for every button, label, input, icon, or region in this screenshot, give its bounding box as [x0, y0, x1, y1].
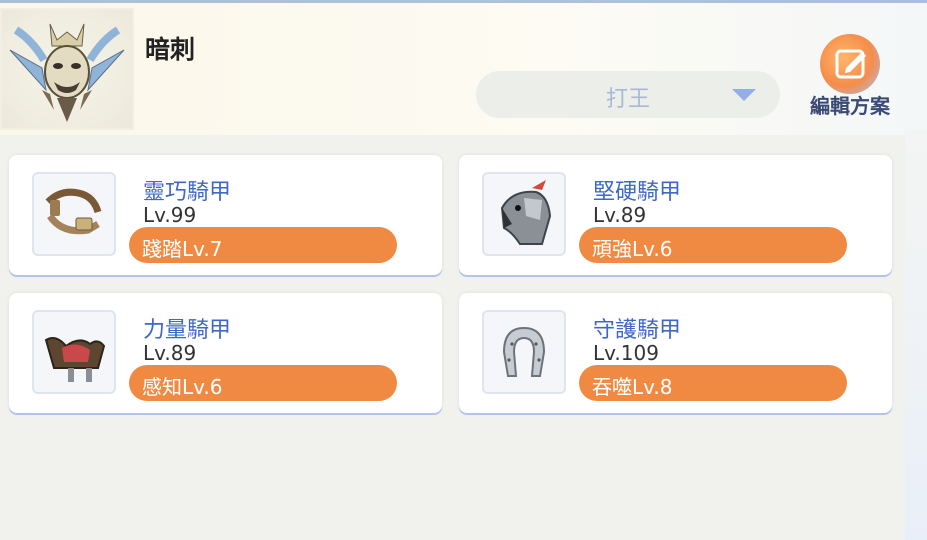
- card-level: Lv.99: [143, 203, 197, 227]
- armored-horse-head-icon: [500, 180, 552, 245]
- class-name: 暗刺: [145, 35, 196, 64]
- item-icon-frame: [32, 310, 116, 394]
- header: 暗刺 打王 編輯方案: [0, 0, 927, 135]
- demon-mask-icon: [9, 23, 125, 122]
- mount-armor-card[interactable]: 守護騎甲 Lv.109 吞噬Lv.8: [459, 293, 892, 413]
- card-level: Lv.89: [593, 203, 647, 227]
- skill-label: 踐踏Lv.7: [142, 237, 223, 261]
- skill-badge: 吞噬Lv.8: [579, 365, 847, 401]
- item-icon-frame: [482, 310, 566, 394]
- preset-dropdown[interactable]: 打王: [476, 71, 780, 118]
- card-title: 靈巧騎甲: [143, 180, 232, 205]
- edit-button-label: 編輯方案: [810, 94, 890, 118]
- mount-armor-card[interactable]: 力量騎甲 Lv.89 感知Lv.6: [9, 293, 442, 413]
- card-title: 堅硬騎甲: [593, 180, 682, 205]
- card-title: 守護騎甲: [593, 318, 682, 343]
- card-title: 力量騎甲: [143, 318, 232, 343]
- right-edge-panel: [905, 130, 927, 540]
- skill-label: 吞噬Lv.8: [592, 375, 673, 399]
- skill-label: 頑強Lv.6: [592, 237, 673, 261]
- saddle-icon: [44, 337, 106, 382]
- item-icon-frame: [482, 172, 566, 256]
- top-border: [0, 0, 927, 3]
- item-icon-frame: [32, 172, 116, 256]
- skill-label: 感知Lv.6: [142, 375, 223, 399]
- edit-button-circle: [820, 34, 880, 94]
- skill-badge: 感知Lv.6: [129, 365, 397, 401]
- mount-armor-card[interactable]: 靈巧騎甲 Lv.99 踐踏Lv.7: [9, 155, 442, 275]
- chevron-down-icon: [732, 89, 756, 101]
- card-level: Lv.109: [593, 341, 659, 365]
- card-level: Lv.89: [143, 341, 197, 365]
- skill-badge: 踐踏Lv.7: [129, 227, 397, 263]
- skill-badge: 頑強Lv.6: [579, 227, 847, 263]
- class-emblem: [0, 8, 134, 130]
- horseshoe-icon: [502, 326, 546, 377]
- edit-icon: [835, 49, 866, 79]
- saddle-harness-icon: [45, 188, 102, 235]
- edit-preset-button[interactable]: 編輯方案: [800, 34, 900, 124]
- mount-armor-card[interactable]: 堅硬騎甲 Lv.89 頑強Lv.6: [459, 155, 892, 275]
